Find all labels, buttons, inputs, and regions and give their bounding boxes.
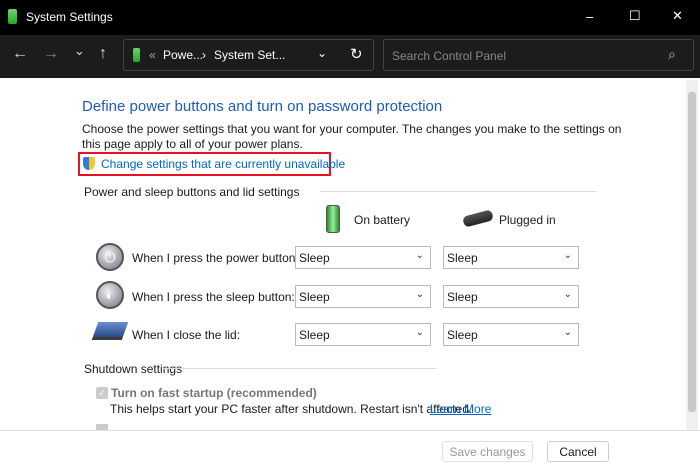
footer: Save changes Cancel [0,430,700,469]
row-label: When I close the lid: [132,328,241,342]
page-description: Choose the power settings that you want … [82,122,622,151]
selected-value: Sleep [447,290,478,304]
power-plug-icon [462,209,494,228]
power-icon: ⏻ [96,243,124,271]
search-input[interactable]: Search Control Panel [392,49,506,63]
forward-button[interactable]: → [43,45,59,63]
learn-more-link[interactable]: Learn More [430,402,491,416]
section-divider [320,191,597,192]
section-shutdown: Shutdown settings [84,362,183,376]
back-button[interactable]: ← [12,45,28,63]
chevron-down-icon: ⌄ [563,327,572,338]
chevron-down-icon: ⌄ [415,289,424,300]
row-label: When I press the sleep button: [132,290,295,304]
cancel-button[interactable]: Cancel [547,441,609,462]
minimize-button[interactable]: – [586,9,593,24]
uac-shield-icon [83,157,95,170]
battery-icon [326,205,340,233]
window-title: System Settings [26,10,113,24]
page-heading: Define power buttons and turn on passwor… [82,98,443,115]
chevron-down-icon: ⌄ [563,289,572,300]
section-power-buttons: Power and sleep buttons and lid settings [84,185,300,199]
maximize-button[interactable]: ☐ [629,8,641,24]
close-button[interactable]: ✕ [672,8,683,24]
lid-plugged-select[interactable]: Sleep ⌄ [443,323,579,346]
power-button-plugged-select[interactable]: Sleep ⌄ [443,246,579,269]
up-button[interactable]: ↑ [99,45,107,63]
selected-value: Sleep [299,251,330,265]
battery-icon [133,48,140,62]
search-box[interactable]: Search Control Panel ⌕ [383,39,694,71]
selected-value: Sleep [299,290,330,304]
battery-app-icon [8,9,17,24]
refresh-button[interactable]: ↻ [350,45,363,63]
sleep-button-plugged-select[interactable]: Sleep ⌄ [443,285,579,308]
change-settings-link[interactable]: Change settings that are currently unava… [101,157,345,171]
navigation-toolbar: ← → ⌄ ↑ « Powe... › System Set... ⌄ ↻ Se… [0,35,700,78]
selected-value: Sleep [447,328,478,342]
save-changes-button[interactable]: Save changes [442,441,533,462]
breadcrumb-power[interactable]: Powe... [163,48,203,62]
scrollbar[interactable] [686,80,698,430]
selected-value: Sleep [447,251,478,265]
address-dropdown-button[interactable]: ⌄ [317,46,327,60]
fast-startup-description: This helps start your PC faster after sh… [110,402,473,416]
plugged-in-header: Plugged in [499,213,556,227]
chevron-down-icon: ⌄ [563,250,572,261]
selected-value: Sleep [299,328,330,342]
row-label: When I press the power button: [132,251,299,265]
title-bar: System Settings – ☐ ✕ [0,0,700,35]
address-bar[interactable]: « Powe... › System Set... ⌄ ↻ [123,39,374,71]
section-divider [163,368,437,369]
breadcrumb-overflow[interactable]: « [149,48,156,62]
fast-startup-checkbox[interactable]: ✓ [96,387,108,399]
scrollbar-thumb[interactable] [688,92,696,412]
recent-locations-button[interactable]: ⌄ [74,43,85,59]
chevron-down-icon: ⌄ [415,327,424,338]
sleep-button-battery-select[interactable]: Sleep ⌄ [295,285,431,308]
power-button-battery-select[interactable]: Sleep ⌄ [295,246,431,269]
on-battery-header: On battery [354,213,411,227]
laptop-lid-icon [91,322,129,340]
lid-battery-select[interactable]: Sleep ⌄ [295,323,431,346]
breadcrumb-separator: › [202,48,206,62]
fast-startup-label: Turn on fast startup (recommended) [111,386,317,400]
breadcrumb-system-settings[interactable]: System Set... [214,48,285,62]
search-icon[interactable]: ⌕ [668,46,676,63]
sleep-icon: ◐ [96,281,124,309]
chevron-down-icon: ⌄ [415,250,424,261]
